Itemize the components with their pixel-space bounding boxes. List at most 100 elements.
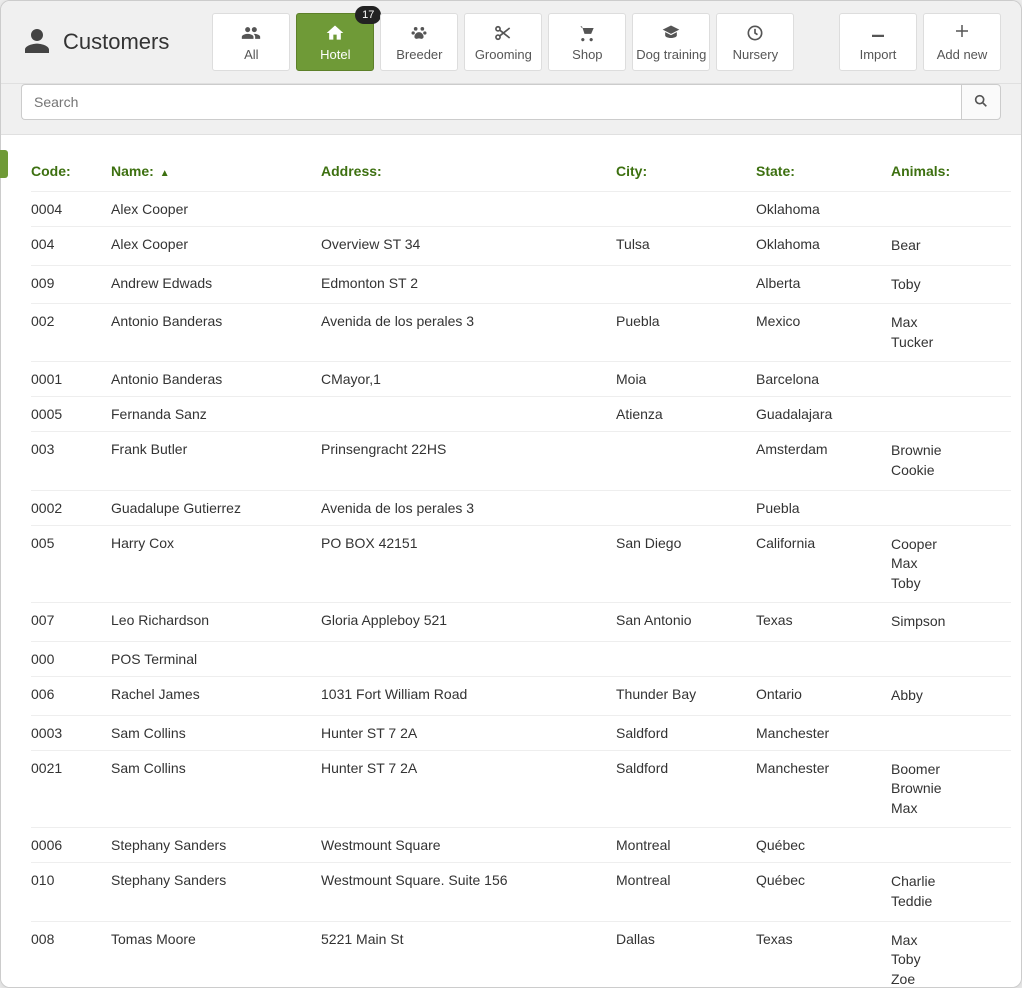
search-bar bbox=[1, 84, 1021, 135]
table-row[interactable]: 0005Fernanda SanzAtienzaGuadalajara bbox=[31, 397, 1011, 432]
cell-state: Québec bbox=[756, 828, 891, 863]
cell-address: Prinsengracht 22HS bbox=[321, 432, 616, 490]
cell-name: Antonio Banderas bbox=[111, 304, 321, 362]
clock-icon bbox=[744, 23, 766, 43]
home-icon bbox=[324, 23, 346, 43]
search-input[interactable] bbox=[21, 84, 961, 120]
cell-state: Puebla bbox=[756, 490, 891, 525]
animal-name: Zoe bbox=[891, 970, 1003, 987]
animal-name: Toby bbox=[891, 275, 1003, 295]
cell-name: Harry Cox bbox=[111, 525, 321, 603]
cell-state: Amsterdam bbox=[756, 432, 891, 490]
cell-name: POS Terminal bbox=[111, 641, 321, 676]
cell-city: Montreal bbox=[616, 863, 756, 921]
nav-breeder[interactable]: Breeder bbox=[380, 13, 458, 71]
cell-code: 003 bbox=[31, 432, 111, 490]
nav-all[interactable]: All bbox=[212, 13, 290, 71]
toolbar-actions: Import Add new bbox=[839, 13, 1001, 71]
table-row[interactable]: 004Alex CooperOverview ST 34TulsaOklahom… bbox=[31, 227, 1011, 266]
nav-hotel[interactable]: 17 Hotel bbox=[296, 13, 374, 71]
cell-animals: CharlieTeddie bbox=[891, 863, 1011, 921]
search-button[interactable] bbox=[961, 84, 1001, 120]
paw-icon bbox=[408, 23, 430, 43]
cell-state: Mexico bbox=[756, 304, 891, 362]
table-row[interactable]: 002Antonio BanderasAvenida de los perale… bbox=[31, 304, 1011, 362]
cell-address: Avenida de los perales 3 bbox=[321, 490, 616, 525]
app-window: Customers All 17 Hotel Breeder bbox=[0, 0, 1022, 988]
cell-address: Edmonton ST 2 bbox=[321, 265, 616, 304]
cell-name: Guadalupe Gutierrez bbox=[111, 490, 321, 525]
animal-name: Tucker bbox=[891, 333, 1003, 353]
cell-name: Stephany Sanders bbox=[111, 828, 321, 863]
cart-icon bbox=[576, 23, 598, 43]
cell-state: Barcelona bbox=[756, 362, 891, 397]
cell-address: Hunter ST 7 2A bbox=[321, 750, 616, 828]
cell-address: Gloria Appleboy 521 bbox=[321, 603, 616, 642]
cell-address: 5221 Main St bbox=[321, 921, 616, 987]
cell-city bbox=[616, 192, 756, 227]
animal-name: Max bbox=[891, 931, 1003, 951]
animal-name: Brownie bbox=[891, 441, 1003, 461]
col-header-animals[interactable]: Animals: bbox=[891, 153, 1011, 192]
import-label: Import bbox=[860, 47, 897, 62]
page-title: Customers bbox=[63, 29, 169, 55]
cell-animals: BrownieCookie bbox=[891, 432, 1011, 490]
table-row[interactable]: 0001Antonio BanderasCMayor,1MoiaBarcelon… bbox=[31, 362, 1011, 397]
import-button[interactable]: Import bbox=[839, 13, 917, 71]
nav-training[interactable]: Dog training bbox=[632, 13, 710, 71]
cell-address bbox=[321, 397, 616, 432]
table-row[interactable]: 0004Alex CooperOklahoma bbox=[31, 192, 1011, 227]
table-row[interactable]: 000POS Terminal bbox=[31, 641, 1011, 676]
cell-state: Manchester bbox=[756, 715, 891, 750]
table-row[interactable]: 009Andrew EdwadsEdmonton ST 2AlbertaToby bbox=[31, 265, 1011, 304]
col-header-state[interactable]: State: bbox=[756, 153, 891, 192]
table-row[interactable]: 0002Guadalupe GutierrezAvenida de los pe… bbox=[31, 490, 1011, 525]
cell-name: Leo Richardson bbox=[111, 603, 321, 642]
cell-city: Tulsa bbox=[616, 227, 756, 266]
table-row[interactable]: 005Harry CoxPO BOX 42151San DiegoCalifor… bbox=[31, 525, 1011, 603]
table-row[interactable]: 0021Sam CollinsHunter ST 7 2ASaldfordMan… bbox=[31, 750, 1011, 828]
add-new-button[interactable]: Add new bbox=[923, 13, 1001, 71]
cell-animals: CooperMaxToby bbox=[891, 525, 1011, 603]
cell-name: Rachel James bbox=[111, 676, 321, 715]
table-row[interactable]: 003Frank ButlerPrinsengracht 22HSAmsterd… bbox=[31, 432, 1011, 490]
cell-name: Stephany Sanders bbox=[111, 863, 321, 921]
table-row[interactable]: 010Stephany SandersWestmount Square. Sui… bbox=[31, 863, 1011, 921]
nav-label: Grooming bbox=[475, 47, 532, 62]
table-row[interactable]: 006Rachel James1031 Fort William RoadThu… bbox=[31, 676, 1011, 715]
col-header-address[interactable]: Address: bbox=[321, 153, 616, 192]
cell-state: Texas bbox=[756, 921, 891, 987]
animal-name: Abby bbox=[891, 686, 1003, 706]
animal-name: Max bbox=[891, 313, 1003, 333]
download-icon bbox=[868, 22, 888, 43]
customers-icon bbox=[21, 25, 53, 60]
animal-name: Max bbox=[891, 554, 1003, 574]
nav-grooming[interactable]: Grooming bbox=[464, 13, 542, 71]
cell-name: Fernanda Sanz bbox=[111, 397, 321, 432]
col-header-code[interactable]: Code: bbox=[31, 153, 111, 192]
table-row[interactable]: 0003Sam CollinsHunter ST 7 2ASaldfordMan… bbox=[31, 715, 1011, 750]
col-header-name[interactable]: Name: ▲ bbox=[111, 153, 321, 192]
cell-address: Westmount Square bbox=[321, 828, 616, 863]
cell-code: 0004 bbox=[31, 192, 111, 227]
cell-animals: BoomerBrownieMax bbox=[891, 750, 1011, 828]
cell-state: California bbox=[756, 525, 891, 603]
table-row[interactable]: 008Tomas Moore5221 Main StDallasTexasMax… bbox=[31, 921, 1011, 987]
sidebar-toggle-tab[interactable] bbox=[0, 150, 8, 178]
nav-nursery[interactable]: Nursery bbox=[716, 13, 794, 71]
cell-animals: Bear bbox=[891, 227, 1011, 266]
col-header-city[interactable]: City: bbox=[616, 153, 756, 192]
content-area: Code: Name: ▲ Address: City: State: Anim… bbox=[1, 135, 1021, 987]
cell-state: Oklahoma bbox=[756, 192, 891, 227]
cell-code: 0006 bbox=[31, 828, 111, 863]
animal-name: Boomer bbox=[891, 760, 1003, 780]
cell-city: Puebla bbox=[616, 304, 756, 362]
cell-state: Québec bbox=[756, 863, 891, 921]
nav-shop[interactable]: Shop bbox=[548, 13, 626, 71]
table-row[interactable]: 0006Stephany SandersWestmount SquareMont… bbox=[31, 828, 1011, 863]
table-row[interactable]: 007Leo RichardsonGloria Appleboy 521San … bbox=[31, 603, 1011, 642]
cell-name: Sam Collins bbox=[111, 750, 321, 828]
cell-city bbox=[616, 265, 756, 304]
cell-code: 000 bbox=[31, 641, 111, 676]
cell-state: Alberta bbox=[756, 265, 891, 304]
